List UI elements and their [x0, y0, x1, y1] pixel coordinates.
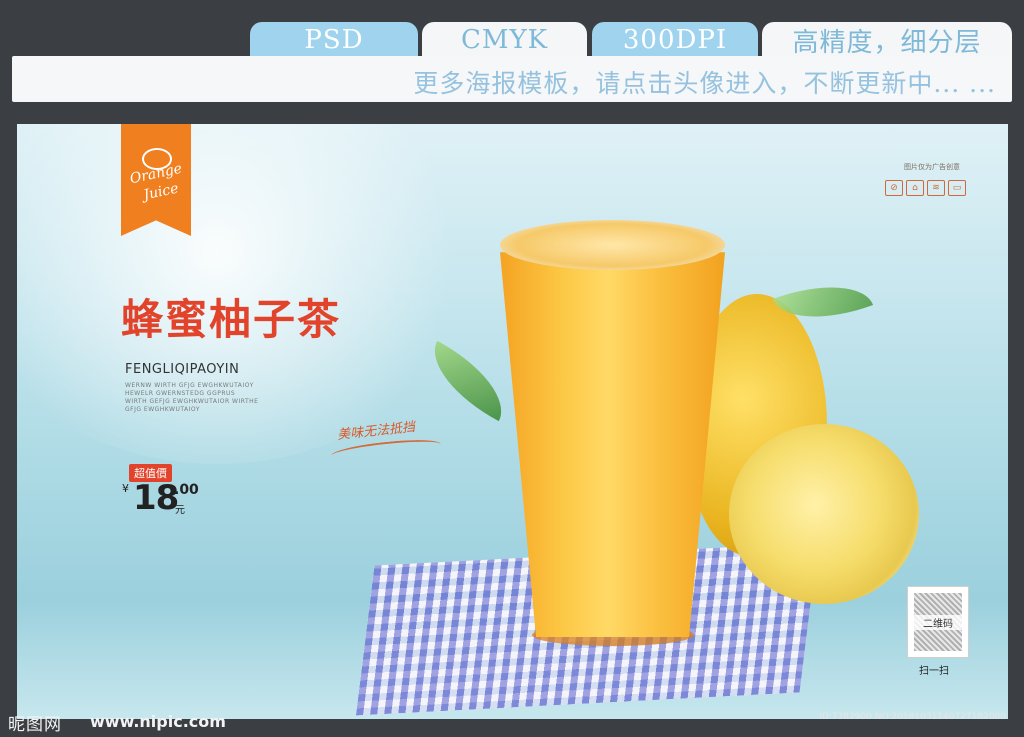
tab-dpi: 300DPI [592, 22, 758, 58]
small-text-3: WIRTH GEFJG EWGHKWUTAIOR WIRTHE [125, 398, 259, 405]
scan-label: 扫一扫 [919, 666, 949, 677]
pomelo-half [729, 424, 919, 604]
image-id-text: ID:7782900 NO:20181031140727182000 [819, 712, 1006, 722]
tab-psd: PSD [250, 22, 418, 58]
card-icon: ▭ [948, 180, 966, 196]
small-text-4: GFJG EWGHKWUTAIOY [125, 406, 200, 413]
price-decimal: .00 [174, 482, 199, 498]
small-text-1: WERNW WIRTH GFJG EWGHKWUTAIOY [125, 382, 254, 389]
cup-ice-top [500, 220, 725, 270]
drink-cup [500, 252, 725, 637]
tab-layers: 高精度，细分层 [762, 22, 1012, 58]
price-value: 18 [133, 478, 179, 518]
qr-code: 二维码 [907, 586, 969, 658]
banner: 更多海报模板，请点击头像进入，不断更新中... ... [12, 56, 1012, 102]
watermark-site: 昵图网 [8, 715, 62, 735]
product-pinyin: FENGLIQIPAOYIN [125, 362, 240, 377]
small-text-2: HEWELR GWERNSTEDG GGPRUS [125, 390, 236, 397]
price-symbol: ¥ [122, 482, 129, 495]
poster-canvas: Orange Juice 蜂蜜柚子茶 FENGLIQIPAOYIN WERNW … [17, 124, 1008, 719]
watermark-url: www.nipic.com [90, 712, 226, 731]
warning-icons: ⊘ ⌂ ≋ ▭ [885, 180, 966, 196]
wifi-icon: ≋ [927, 180, 945, 196]
tab-cmyk: CMYK [422, 22, 587, 58]
no-smoking-icon: ⊘ [885, 180, 903, 196]
car-icon: ⌂ [906, 180, 924, 196]
qr-label: 二维码 [908, 615, 968, 630]
logo-ribbon: Orange Juice [121, 124, 191, 236]
price-unit: 元 [175, 505, 185, 516]
product-title: 蜂蜜柚子茶 [121, 295, 342, 344]
banner-text: 更多海报模板，请点击头像进入，不断更新中... ... [413, 69, 996, 98]
disclaimer-text: 图片仅为广告创意 [904, 163, 960, 171]
